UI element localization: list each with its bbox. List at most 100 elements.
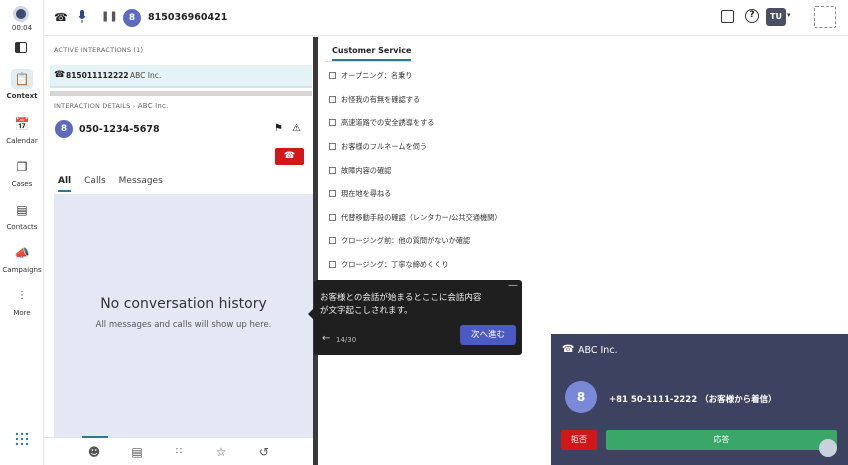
tooltip-pointer (308, 308, 314, 320)
nav-context[interactable]: 📋 Context (0, 69, 44, 100)
left-nav: 00:04 📋 Context 📅 Calendar ❐ Cases ▤ Con… (0, 0, 44, 465)
interaction-details-label: INTERACTION DETAILS › ABC Inc. (54, 102, 169, 110)
accept-button[interactable]: 応答 (606, 430, 837, 450)
tab-customer-service[interactable]: Customer Service (332, 46, 412, 61)
caller-avatar: 8 (123, 9, 141, 27)
call-avatar: 8 (565, 381, 597, 413)
checkbox[interactable] (329, 214, 336, 221)
checkbox[interactable] (329, 190, 336, 197)
active-company: ABC Inc. (130, 71, 162, 80)
contacts-icon: ▤ (16, 203, 28, 217)
cases-icon: ❐ (16, 160, 28, 174)
checklist-item[interactable]: 代替移動手段の確認（レンタカー/公共交通機関） (329, 213, 502, 223)
checkbox[interactable] (329, 143, 336, 150)
checkbox[interactable] (329, 96, 336, 103)
checkbox[interactable] (329, 237, 336, 244)
microphone-icon[interactable] (78, 10, 86, 26)
active-interaction-row[interactable]: ☎ 815011112222 ABC Inc. (50, 65, 312, 88)
tab-calls[interactable]: Calls (84, 176, 106, 190)
phone-icon: ☎ (54, 70, 66, 80)
phone-icon: ☎ (562, 344, 575, 355)
calendar-icon: 📅 (14, 117, 30, 131)
clipboard-icon: 📋 (11, 69, 33, 89)
nav-campaigns[interactable]: 📣 Campaigns (0, 243, 44, 274)
details-label-text: INTERACTION DETAILS (54, 102, 131, 110)
nav-cases-label: Cases (11, 180, 33, 188)
phone-icon[interactable]: ☎ (54, 11, 68, 24)
incoming-call-card: ☎ ABC Inc. 8 +81 50-1111-2222 （お客様から着信） … (551, 334, 848, 465)
nav-context-label: Context (6, 92, 38, 100)
nav-calendar[interactable]: 📅 Calendar (0, 114, 44, 145)
panel-toggle-icon[interactable] (15, 42, 27, 53)
tooltip-text-line1: お客様との会話が始まるとここに会話内容 (320, 293, 482, 303)
tour-progress: 14/30 (336, 336, 357, 344)
checkbox[interactable] (329, 72, 336, 79)
nav-contacts[interactable]: ▤ Contacts (0, 200, 44, 231)
checkbox[interactable] (329, 167, 336, 174)
active-interactions-label: ACTIVE INTERACTIONS (1) (54, 46, 144, 54)
history-icon[interactable]: ↺ (256, 444, 272, 460)
checklist-item[interactable]: 現在地を尋ねる (329, 189, 391, 199)
nav-more[interactable]: ⋮ More (0, 286, 44, 317)
top-phone-number: 815036960421 (148, 12, 228, 23)
minimize-icon[interactable]: — (508, 280, 518, 291)
gray-separator (50, 91, 312, 96)
reject-button[interactable]: 拒否 (561, 430, 597, 450)
user-avatar[interactable]: TU (766, 8, 786, 26)
back-arrow-icon[interactable]: ← (322, 333, 330, 344)
checklist-item[interactable]: お客様のフルネームを伺う (329, 142, 427, 152)
caller-info: +81 50-1111-2222 （お客様から着信） (609, 395, 777, 405)
checkbox[interactable] (329, 261, 336, 268)
checklist-item[interactable]: オープニング：名乗り (329, 71, 412, 81)
tab-all[interactable]: All (58, 176, 72, 192)
top-bar: ☎ ❚❚ 8 815036960421 ? TU ▾ (44, 0, 848, 36)
flag-icon[interactable]: ⚑ (274, 123, 283, 134)
hangup-icon: ☎ (283, 151, 296, 161)
nav-more-label: More (13, 309, 31, 317)
megaphone-icon: 📣 (14, 246, 30, 260)
hangup-button[interactable]: ☎ (275, 148, 304, 165)
star-icon[interactable]: ☆ (213, 444, 229, 460)
checklist-item[interactable]: お怪我の有無を確認する (329, 95, 420, 105)
record-icon[interactable] (13, 6, 29, 22)
empty-title: No conversation history (100, 296, 267, 312)
warning-icon[interactable]: ⚠ (292, 123, 301, 134)
qr-code-icon[interactable] (814, 6, 836, 28)
next-button[interactable]: 次へ進む (460, 325, 516, 345)
bottom-toolbar: ☻ ▤ ∷ ☆ ↺ (44, 436, 313, 465)
dialpad-icon[interactable]: ∷ (171, 444, 187, 460)
conversation-tabs: All Calls Messages (58, 175, 176, 192)
feedback-icon[interactable] (721, 10, 734, 23)
checklist-item[interactable]: 故障内容の確認 (329, 166, 391, 176)
tooltip-text-line2: が文字起こしされます。 (320, 306, 413, 316)
notes-icon[interactable]: ▤ (129, 444, 145, 460)
checklist-item[interactable]: クロージング前：他の質問がないか確認 (329, 236, 470, 246)
empty-subtitle: All messages and calls will show up here… (95, 320, 272, 330)
call-timer: 00:04 (11, 24, 33, 32)
tour-tooltip: — お客様との会話が始まるとここに会話内容 が文字起こしされます。 ← 14/3… (308, 280, 522, 355)
tab-messages[interactable]: Messages (119, 176, 163, 190)
active-tab-indicator (82, 436, 108, 438)
conversation-area: No conversation history All messages and… (54, 194, 313, 438)
call-company: ABC Inc. (578, 345, 618, 356)
tab-underline (325, 61, 413, 62)
call-avatar-num: 8 (576, 390, 586, 404)
checklist-item[interactable]: 高速道路での安全誘導をする (329, 118, 434, 128)
pause-icon[interactable]: ❚❚ (101, 11, 118, 22)
checkbox[interactable] (329, 119, 336, 126)
details-avatar: 8 (55, 120, 73, 138)
chat-bubble-icon[interactable] (819, 439, 837, 457)
people-icon[interactable]: ☻ (86, 444, 102, 460)
nav-contacts-label: Contacts (6, 223, 38, 231)
apps-grid-icon[interactable] (15, 432, 29, 446)
details-phone: 050-1234-5678 (79, 124, 160, 135)
nav-cases[interactable]: ❐ Cases (0, 157, 44, 188)
more-vertical-icon: ⋮ (17, 290, 27, 301)
active-number: 815011112222 (66, 71, 129, 80)
chevron-down-icon[interactable]: ▾ (787, 11, 791, 19)
details-company: ABC Inc. (137, 102, 169, 110)
interaction-panel: ACTIVE INTERACTIONS (1) ☎ 815011112222 A… (44, 37, 316, 465)
checklist-item[interactable]: クロージング：丁寧な締めくくり (329, 260, 449, 270)
help-icon[interactable]: ? (745, 9, 759, 23)
nav-campaigns-label: Campaigns (2, 266, 42, 274)
